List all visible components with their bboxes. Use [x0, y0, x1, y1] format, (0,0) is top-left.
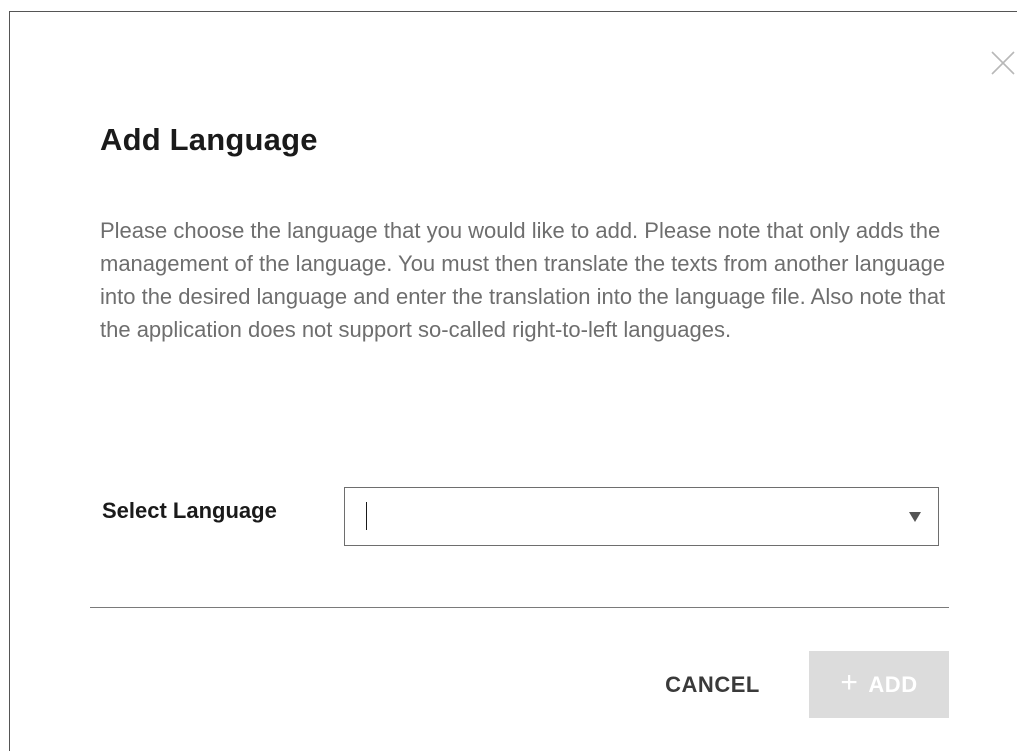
language-select-input[interactable] — [365, 498, 885, 536]
close-icon — [991, 51, 1015, 75]
dialog-description: Please choose the language that you woul… — [100, 218, 946, 342]
footer-divider — [90, 607, 949, 608]
add-button[interactable]: + ADD — [809, 651, 949, 718]
triangle-down-icon[interactable] — [909, 512, 921, 522]
add-language-dialog: Add Language Please choose the language … — [9, 11, 1017, 751]
close-button[interactable] — [990, 50, 1016, 76]
text-cursor — [366, 502, 367, 530]
cancel-button[interactable]: CANCEL — [640, 651, 785, 718]
add-button-label: ADD — [868, 671, 918, 697]
plus-icon: + — [840, 666, 859, 699]
dialog-title: Add Language — [100, 122, 318, 157]
language-select[interactable] — [344, 487, 939, 546]
select-language-label: Select Language — [102, 498, 277, 523]
